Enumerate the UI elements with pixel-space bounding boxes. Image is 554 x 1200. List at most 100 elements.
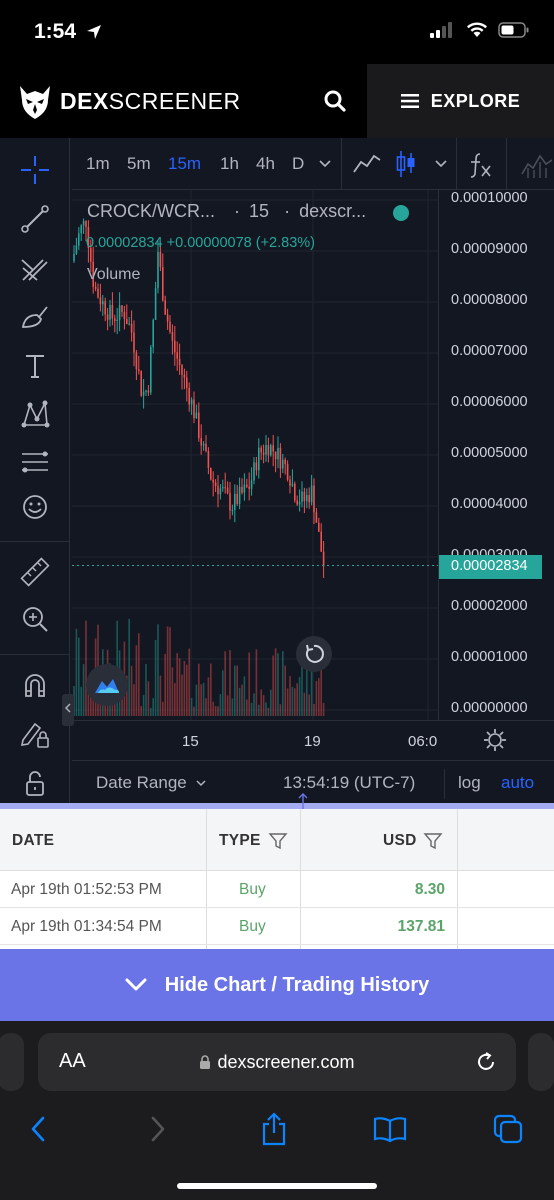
tabs-button[interactable] <box>488 1109 528 1149</box>
compare-icon[interactable] <box>520 150 552 178</box>
candle-body <box>190 399 193 405</box>
tabs-icon <box>493 1114 523 1144</box>
back-button[interactable] <box>18 1109 58 1149</box>
candle-body <box>157 251 159 289</box>
candle-body <box>272 445 274 452</box>
candle-body <box>205 443 207 452</box>
timeframe-5m[interactable]: 5m <box>127 154 151 174</box>
indicators-fx-icon[interactable] <box>468 150 494 178</box>
volume-bar <box>260 689 262 716</box>
volume-bar <box>85 620 87 716</box>
hide-chart-button[interactable]: Hide Chart / Trading History <box>0 949 554 1021</box>
date-range-button[interactable]: Date Range <box>96 773 207 793</box>
pattern-tool[interactable] <box>17 397 53 433</box>
address-bar[interactable]: AA dexscreener.com <box>38 1033 516 1091</box>
crosshair-tool[interactable] <box>17 152 53 188</box>
candle-body <box>241 486 243 493</box>
pitchfork-icon <box>21 259 48 281</box>
line-chart-type-icon[interactable] <box>352 150 382 178</box>
chevron-left-icon <box>65 703 71 713</box>
candle-body <box>282 459 284 469</box>
share-button[interactable] <box>254 1109 294 1149</box>
usd-filter-icon[interactable] <box>423 832 443 850</box>
volume-bar <box>258 704 260 716</box>
back-chevron-icon <box>31 1116 45 1142</box>
candle-body <box>212 479 214 483</box>
dexscreener-logo[interactable]: DEXSCREENER <box>18 82 241 120</box>
candle-body <box>164 300 166 315</box>
chart-top-toolbar: 1m 5m 15m 1h 4h D <box>72 138 554 190</box>
magnet-tool[interactable] <box>17 668 53 704</box>
zoom-in-tool[interactable] <box>17 601 53 637</box>
auto-scale-toggle[interactable]: auto <box>501 773 534 793</box>
timeframe-D[interactable]: D <box>292 154 304 174</box>
reload-icon[interactable] <box>474 1050 498 1074</box>
timezone-clock[interactable]: 13:54:19 (UTC-7) <box>283 773 415 793</box>
candle-body <box>142 391 145 396</box>
legend-symbol: CROCK/WCR... <box>87 201 215 221</box>
tradingview-logo-button[interactable] <box>86 664 128 706</box>
timeframe-4h[interactable]: 4h <box>256 154 275 174</box>
icon-tool[interactable] <box>17 489 53 525</box>
safari-toolbar: AA dexscreener.com <box>0 1021 554 1200</box>
measure-tool[interactable] <box>17 554 53 590</box>
chart-type-dropdown-icon[interactable] <box>434 159 448 169</box>
price-axis[interactable]: 0.00010000 0.00009000 0.00008000 0.00007… <box>438 190 554 720</box>
text-tool[interactable] <box>17 348 53 384</box>
brush-tool[interactable] <box>17 299 53 335</box>
type-filter-icon[interactable] <box>268 832 288 850</box>
time-axis[interactable]: 15 19 06:0 <box>72 720 554 760</box>
candle-body <box>291 483 294 486</box>
previous-tab-peek[interactable] <box>0 1033 24 1091</box>
last-price-badge: 0.00002834 <box>439 555 542 579</box>
timeframe-dropdown-icon[interactable] <box>318 159 332 169</box>
trade-type: Buy <box>239 918 266 935</box>
candle-body <box>250 480 253 489</box>
column-header-type[interactable]: TYPE <box>219 832 261 850</box>
lock-drawing-tool[interactable] <box>17 716 53 752</box>
timeframe-1m[interactable]: 1m <box>86 154 110 174</box>
candle-body <box>109 304 111 320</box>
search-button[interactable] <box>322 88 348 114</box>
candlestick-chart-type-icon[interactable] <box>394 148 418 180</box>
volume-bar <box>286 688 289 716</box>
volume-bar <box>231 698 234 716</box>
bookmarks-button[interactable] <box>370 1109 410 1149</box>
reset-chart-button[interactable] <box>296 636 332 672</box>
explore-button[interactable]: EXPLORE <box>367 64 554 138</box>
market-status-dot <box>393 205 409 221</box>
column-header-date[interactable]: DATE <box>12 832 54 850</box>
trend-line-tool[interactable] <box>17 201 53 237</box>
legend-volume-label: Volume <box>87 266 141 283</box>
table-row[interactable]: Apr 19th 01:52:53 PM Buy 8.30 <box>0 871 554 908</box>
fib-retracement-tool[interactable] <box>17 250 53 286</box>
candle-body <box>162 266 164 301</box>
candle-body <box>80 225 82 234</box>
trend-line-icon <box>21 205 49 233</box>
candle-body <box>296 500 298 505</box>
volume-bar <box>291 686 294 716</box>
price-tick: 0.00004000 <box>451 496 528 512</box>
timeframe-15m[interactable]: 15m <box>168 154 201 174</box>
chart-legend-title[interactable]: CROCK/WCR... · 15 · dexscr... <box>87 201 366 222</box>
prediction-tool[interactable] <box>17 444 53 480</box>
next-tab-peek[interactable] <box>528 1033 554 1091</box>
chart-settings-gear-icon[interactable] <box>482 727 508 753</box>
table-row[interactable]: Apr 19th 01:34:54 PM Buy 137.81 <box>0 908 554 945</box>
volume-bar <box>255 649 258 716</box>
timeframe-1h[interactable]: 1h <box>220 154 239 174</box>
home-indicator <box>177 1183 377 1189</box>
xabcd-pattern-icon <box>21 400 50 428</box>
toolbar-collapse-tab[interactable] <box>62 694 74 726</box>
lock-all-tool[interactable] <box>17 765 53 801</box>
candle-body <box>279 447 282 469</box>
projection-icon <box>22 451 48 473</box>
candle-body <box>150 347 152 393</box>
candle-body <box>320 531 322 552</box>
forward-button[interactable] <box>138 1109 178 1149</box>
legend-interval: 15 <box>249 201 270 221</box>
share-icon <box>262 1112 286 1146</box>
column-header-usd[interactable]: USD <box>383 832 417 850</box>
log-scale-toggle[interactable]: log <box>458 773 481 793</box>
candle-body <box>152 319 154 348</box>
